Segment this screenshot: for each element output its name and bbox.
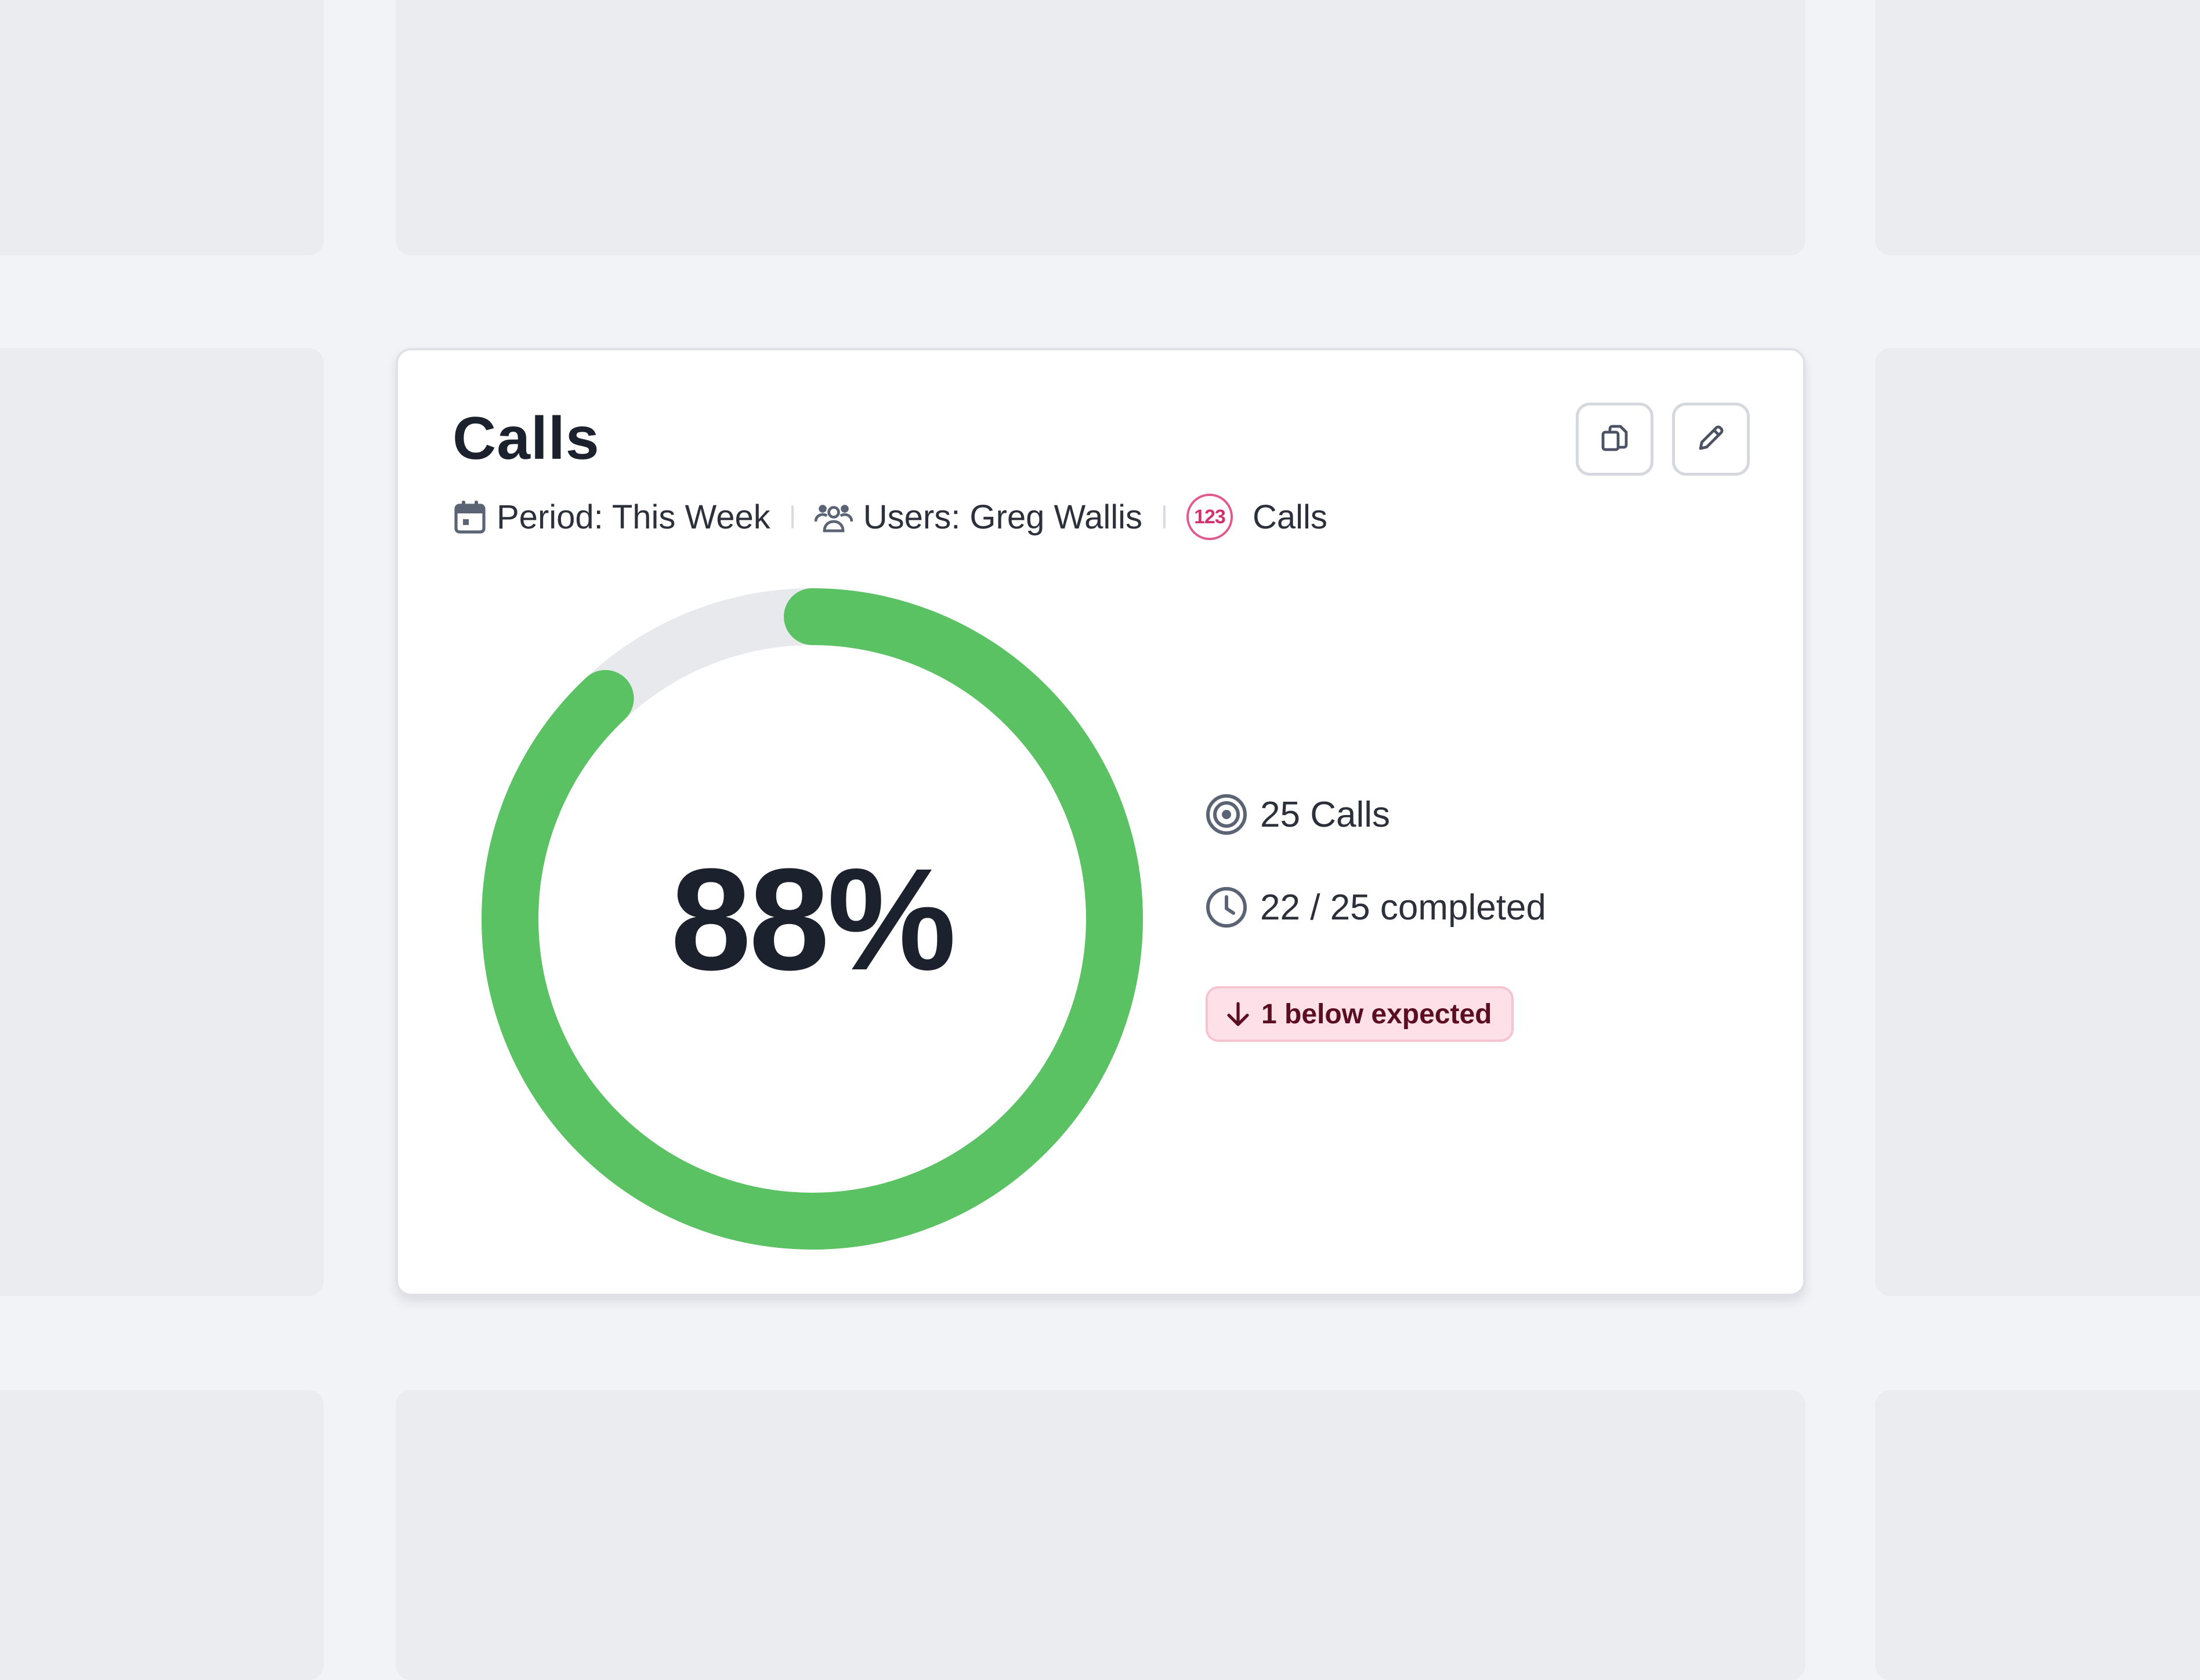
clock-icon [1204,885,1249,929]
target-icon [1204,792,1249,837]
users-icon [814,501,853,533]
copy-icon [1598,422,1631,457]
target-stat: 25 Calls [1204,792,1390,837]
target-label: 25 Calls [1260,794,1390,835]
placeholder-tile [396,0,1805,255]
status-label: 1 below expected [1261,998,1492,1030]
placeholder-tile [1875,1390,2200,1680]
pencil-icon [1695,422,1727,457]
widget-title: Calls [453,405,600,472]
placeholder-tile [0,348,324,1296]
metric-label: Calls [1252,498,1327,536]
widget-meta: Period: This Week Users: Greg Wallis 123… [454,485,1327,549]
placeholder-tile [0,0,324,255]
edit-button[interactable] [1672,403,1750,476]
calendar-icon [454,499,486,534]
metric-number-badge: 123 [1186,494,1233,540]
placeholder-tile [0,1390,324,1680]
placeholder-tile [1875,348,2200,1296]
completed-stat: 22 / 25 completed [1204,885,1546,929]
duplicate-button[interactable] [1576,403,1653,476]
placeholder-tile [396,1390,1805,1680]
placeholder-tile [1875,0,2200,255]
status-badge: 1 below expected [1206,986,1514,1042]
arrow-down-icon [1225,1000,1251,1028]
period-label: Period: This Week [497,498,770,536]
meta-divider [791,505,794,528]
meta-divider [1163,505,1166,528]
users-label: Users: Greg Wallis [863,498,1142,536]
completed-label: 22 / 25 completed [1260,887,1546,928]
progress-percent: 88% [670,838,956,1000]
calls-widget-card: Calls Period: This Week Users: Greg Wall… [396,348,1805,1296]
